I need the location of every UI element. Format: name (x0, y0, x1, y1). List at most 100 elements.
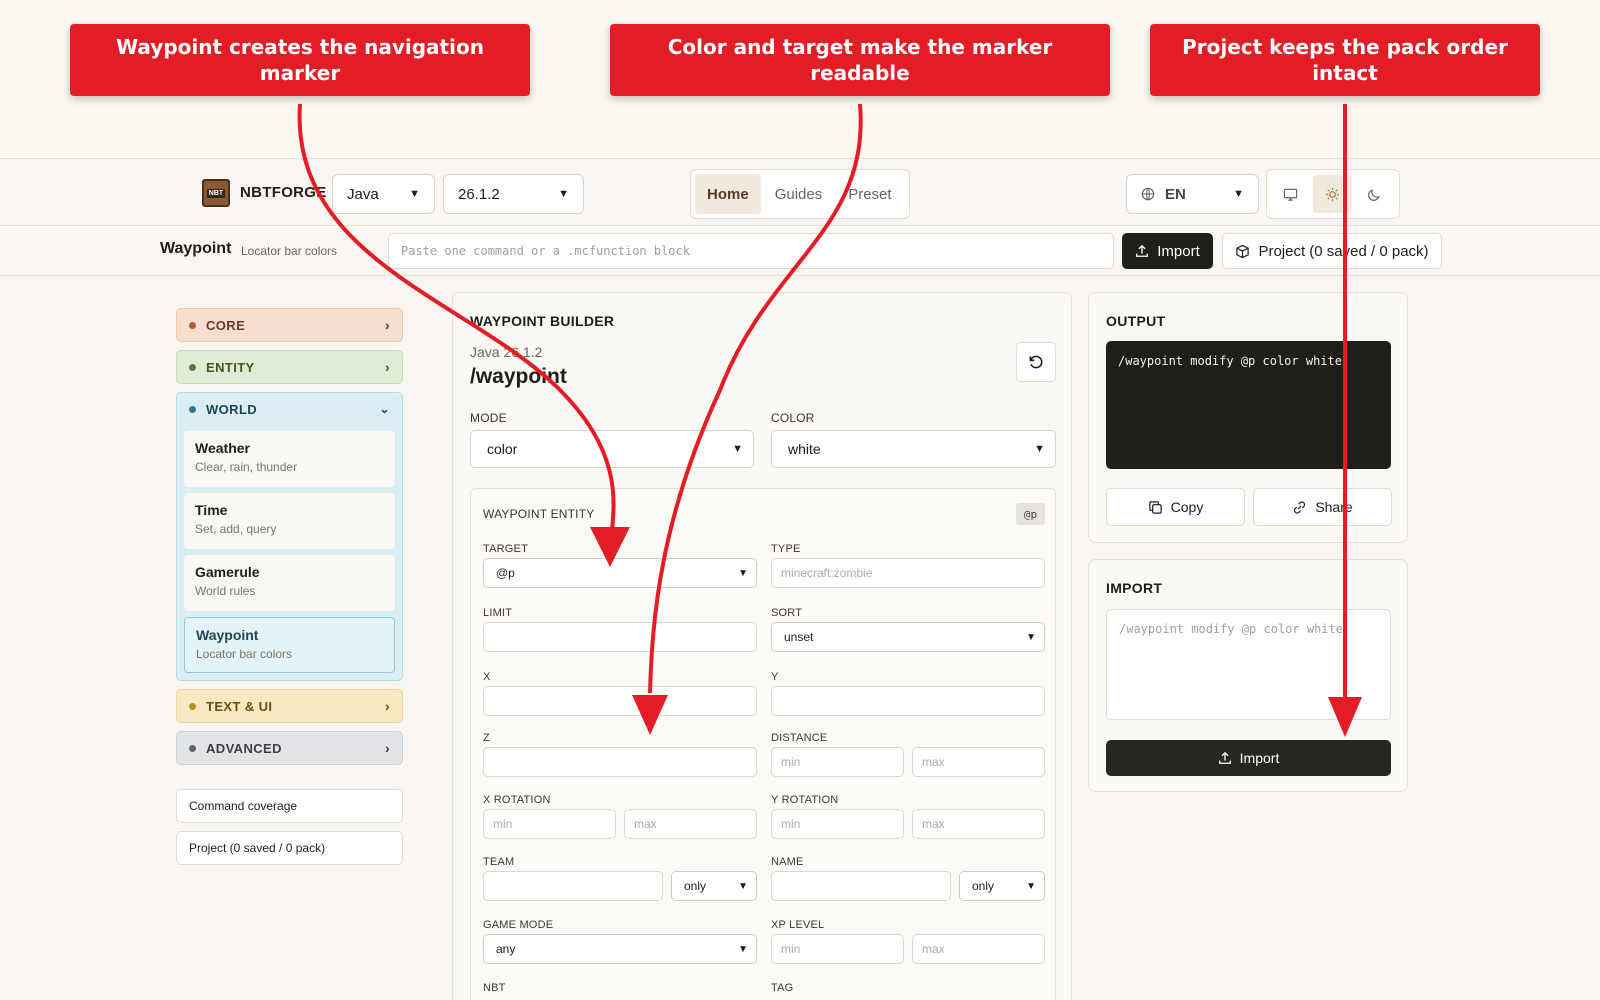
limit-input[interactable] (483, 622, 757, 652)
color-value: white (788, 441, 821, 457)
builder-heading: WAYPOINT BUILDER (470, 313, 615, 329)
copy-button[interactable]: Copy (1106, 488, 1245, 526)
category-advanced[interactable]: ADVANCED › (176, 731, 403, 765)
xp-level-min-input[interactable]: min (771, 934, 904, 964)
item-desc: Set, add, query (195, 522, 277, 536)
import-submit-label: Import (1239, 750, 1280, 766)
x-input[interactable] (483, 686, 757, 716)
category-core[interactable]: CORE › (176, 308, 403, 342)
sort-select[interactable]: unset ▼ (771, 622, 1045, 652)
color-select[interactable]: white ▼ (771, 430, 1056, 468)
moon-icon[interactable] (1355, 175, 1393, 213)
color-label: COLOR (771, 411, 815, 425)
category-text-ui[interactable]: TEXT & UI › (176, 689, 403, 723)
distance-min-input[interactable]: min (771, 747, 904, 777)
brand-name[interactable]: NBTFORGE (240, 184, 327, 201)
category-label: ADVANCED (206, 740, 282, 756)
z-input[interactable] (483, 747, 757, 777)
globe-icon (1141, 187, 1155, 201)
waypoint-entity-panel: WAYPOINT ENTITY @p TARGET @p ▼ TYPE mine… (470, 488, 1056, 1000)
item-desc: World rules (195, 584, 256, 598)
category-label: TEXT & UI (206, 698, 273, 714)
target-label: TARGET (483, 543, 528, 555)
target-select[interactable]: @p ▼ (483, 558, 757, 588)
category-label: WORLD (206, 401, 258, 417)
tab-home[interactable]: Home (695, 174, 761, 214)
mode-select[interactable]: color ▼ (470, 430, 754, 468)
dot-icon (189, 363, 196, 371)
xp-level-max-input[interactable]: max (912, 934, 1045, 964)
command-coverage-link[interactable]: Command coverage (176, 789, 403, 823)
upload-icon (1136, 244, 1149, 257)
tab-preset[interactable]: Preset (836, 174, 903, 214)
x-rotation-max-input[interactable]: max (624, 809, 757, 839)
chevron-right-icon: › (384, 317, 390, 333)
command-bar: Waypoint Locator bar colors Paste one co… (0, 226, 1600, 276)
copy-icon (1148, 500, 1162, 514)
sidebar-item-waypoint[interactable]: Waypoint Locator bar colors (184, 617, 395, 673)
chevron-down-icon: ▼ (409, 188, 420, 200)
team-input[interactable] (483, 871, 663, 901)
page-title: Waypoint (160, 240, 232, 257)
xp-level-label: XP LEVEL (771, 919, 825, 931)
builder-version: Java 26.1.2 (470, 344, 543, 360)
y-input[interactable] (771, 686, 1045, 716)
category-entity[interactable]: ENTITY › (176, 350, 403, 384)
distance-max-input[interactable]: max (912, 747, 1045, 777)
import-panel: IMPORT /waypoint modify @p color white I… (1088, 559, 1408, 792)
type-input[interactable]: minecraft:zombie (771, 558, 1045, 588)
y-rotation-max-input[interactable]: max (912, 809, 1045, 839)
chevron-down-icon: ▼ (732, 443, 743, 455)
sidebar-item-time[interactable]: Time Set, add, query (184, 493, 395, 549)
chevron-down-icon: ▼ (738, 943, 748, 955)
dot-icon (189, 744, 196, 752)
waypoint-builder: WAYPOINT BUILDER Java 26.1.2 /waypoint M… (452, 292, 1072, 1000)
category-world[interactable]: WORLD ⌄ (177, 393, 402, 425)
team-mode-select[interactable]: only ▼ (671, 871, 757, 901)
project-button-label: Project (0 saved / 0 pack) (1258, 242, 1429, 260)
game-mode-select[interactable]: any ▼ (483, 934, 757, 964)
mode-value: color (487, 441, 518, 457)
logo-icon[interactable]: NBT (202, 179, 230, 207)
team-label: TEAM (483, 856, 515, 868)
project-button[interactable]: Project (0 saved / 0 pack) (1222, 233, 1442, 269)
project-link[interactable]: Project (0 saved / 0 pack) (176, 831, 403, 865)
chevron-down-icon: ▼ (1026, 631, 1036, 643)
reset-icon (1029, 355, 1043, 369)
command-paste-input[interactable]: Paste one command or a .mcfunction block (388, 233, 1114, 269)
language-value: EN (1165, 185, 1186, 203)
reset-button[interactable] (1016, 342, 1056, 382)
share-button[interactable]: Share (1253, 488, 1392, 526)
import-button[interactable]: Import (1122, 233, 1213, 269)
callout-color-target: Color and target make the marker readabl… (610, 24, 1110, 96)
edition-select[interactable]: Java ▼ (332, 174, 435, 214)
mode-label: MODE (470, 411, 507, 425)
y-rotation-label: Y ROTATION (771, 794, 839, 806)
game-mode-value: any (496, 942, 516, 956)
chevron-down-icon: ⌄ (379, 402, 390, 416)
y-rotation-min-input[interactable]: min (771, 809, 904, 839)
chevron-down-icon: ▼ (1233, 188, 1244, 200)
page-subtitle: Locator bar colors (241, 244, 338, 258)
import-submit-button[interactable]: Import (1106, 740, 1391, 776)
name-mode-select[interactable]: only ▼ (959, 871, 1045, 901)
dot-icon (189, 702, 196, 710)
builder-command: /waypoint (470, 365, 567, 388)
sidebar-item-weather[interactable]: Weather Clear, rain, thunder (184, 431, 395, 487)
monitor-icon[interactable] (1271, 175, 1309, 213)
z-label: Z (483, 732, 490, 744)
language-select[interactable]: EN ▼ (1126, 174, 1259, 214)
version-select[interactable]: 26.1.2 ▼ (443, 174, 584, 214)
sidebar-item-gamerule[interactable]: Gamerule World rules (184, 555, 395, 611)
callout-waypoint: Waypoint creates the navigation marker (70, 24, 530, 96)
item-title: Waypoint (196, 627, 259, 643)
sun-icon[interactable] (1313, 175, 1351, 213)
dot-icon (189, 321, 196, 329)
import-textarea[interactable]: /waypoint modify @p color white (1106, 609, 1391, 720)
name-input[interactable] (771, 871, 951, 901)
x-rotation-min-input[interactable]: min (483, 809, 616, 839)
output-code[interactable]: /waypoint modify @p color white (1106, 341, 1391, 469)
chevron-right-icon: › (384, 740, 390, 756)
nbt-label: NBT (483, 982, 506, 994)
tab-guides[interactable]: Guides (763, 174, 835, 214)
